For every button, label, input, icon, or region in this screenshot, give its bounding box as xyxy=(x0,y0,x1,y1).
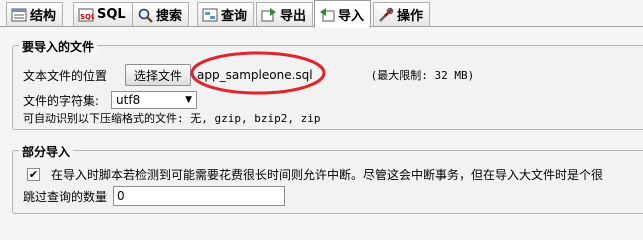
file-legend: 要导入的文件 xyxy=(19,38,98,55)
tab-structure[interactable]: 结构 xyxy=(6,2,64,26)
export-icon xyxy=(261,7,277,23)
partial-legend: 部分导入 xyxy=(19,143,74,160)
partial-fieldset: 部分导入 ✔ 在导入时脚本若检测到可能需要花费很长时间则允许中断。尽管这会中断事… xyxy=(12,143,643,214)
structure-icon xyxy=(11,7,27,23)
tab-import[interactable]: 导入 xyxy=(314,0,372,28)
tab-label: 操作 xyxy=(397,9,424,24)
interrupt-row: ✔ 在导入时脚本若检测到可能需要花费很长时间则允许中断。尽管这会中断事务，但在导… xyxy=(27,166,603,183)
tab-label: SQL xyxy=(97,7,126,22)
skip-row: 跳过查询的数量 0 xyxy=(23,186,286,206)
compression-row: 可自动识别以下压缩格式的文件: 无, gzip, bzip2, zip xyxy=(23,110,320,126)
tab-operations[interactable]: 操作 xyxy=(373,2,431,26)
tab-sql[interactable]: SQL SQL xyxy=(73,2,133,26)
compression-note: 可自动识别以下压缩格式的文件: 无, gzip, bzip2, zip xyxy=(23,112,321,125)
tab-label: 查询 xyxy=(221,9,248,24)
import-icon xyxy=(319,7,335,23)
file-location-label: 文本文件的位置 xyxy=(23,68,108,83)
max-size-limit: (最大限制: 32 MB) xyxy=(370,69,475,82)
tab-query[interactable]: 查询 xyxy=(197,2,255,26)
charset-label: 文件的字符集: xyxy=(23,93,100,108)
tab-label: 导出 xyxy=(280,9,307,24)
tab-export[interactable]: 导出 xyxy=(256,2,314,26)
operations-icon xyxy=(378,7,394,23)
interrupt-checkbox[interactable]: ✔ xyxy=(27,168,40,181)
tab-search[interactable]: 搜索 xyxy=(132,2,190,26)
choose-file-button[interactable]: 选择文件 xyxy=(125,64,192,86)
tab-label: 结构 xyxy=(30,9,57,24)
tab-label: 搜索 xyxy=(156,9,183,24)
tab-bar: 结构 SQL SQL 搜索 查询 导出 导入 操作 xyxy=(0,0,643,28)
sql-icon: SQL xyxy=(78,7,96,23)
tab-label: 导入 xyxy=(338,9,365,24)
svg-text:SQL: SQL xyxy=(80,13,94,21)
query-icon xyxy=(202,7,218,23)
highlight-circle xyxy=(190,51,326,95)
charset-row: 文件的字符集: utf8 ▼ xyxy=(23,91,198,109)
skip-queries-label: 跳过查询的数量 xyxy=(23,189,108,204)
charset-select[interactable]: utf8 ▼ xyxy=(111,91,198,109)
skip-queries-input[interactable]: 0 xyxy=(113,186,286,206)
charset-value: utf8 xyxy=(116,93,141,107)
search-icon xyxy=(137,7,153,23)
interrupt-text: 在导入时脚本若检测到可能需要花费很长时间则允许中断。尽管这会中断事务，但在导入大… xyxy=(51,168,604,182)
